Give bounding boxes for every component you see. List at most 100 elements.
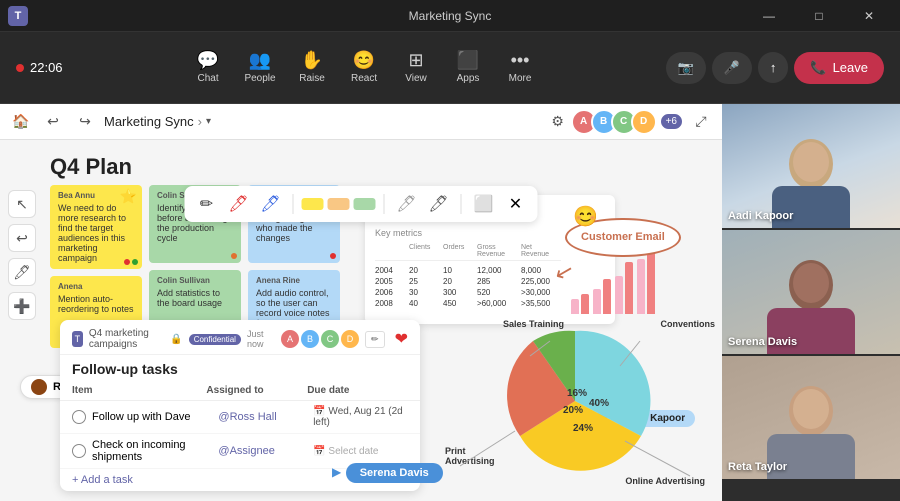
check-circle-2[interactable]: [72, 444, 86, 458]
sticky-text-5: Add statistics to the board usage: [157, 288, 233, 308]
row-due-2: 📅 Select date: [313, 446, 408, 457]
dot-red-3: [330, 253, 336, 259]
col-assigned: Assigned to: [206, 385, 307, 396]
tool-separator: [293, 194, 294, 214]
people-button[interactable]: 👥 People: [234, 45, 286, 90]
participant-card-aadi: Aadi Kapoor: [722, 104, 900, 228]
highlighter-green-tool[interactable]: [354, 198, 376, 210]
leave-button[interactable]: 📞 Leave: [794, 52, 884, 84]
cursor-tool[interactable]: ↖: [8, 190, 36, 218]
serena-name-tag-video: Serena Davis: [728, 336, 797, 348]
people-label: People: [244, 73, 275, 84]
td-orders-1: 10: [443, 266, 473, 275]
pen-dark-tool[interactable]: 🖊: [425, 190, 453, 218]
serena-label: ▶ Serena Davis: [332, 463, 443, 483]
eraser-tool[interactable]: ⬜: [470, 190, 498, 218]
edit-button[interactable]: ✏: [365, 331, 385, 348]
raise-button[interactable]: ✋ Raise: [286, 45, 338, 90]
teams-logo-icon: T: [8, 6, 28, 26]
view-button[interactable]: ⊞ View: [390, 45, 442, 90]
td-gross-3: 520: [477, 288, 517, 297]
chat-button[interactable]: 💬 Chat: [182, 45, 234, 90]
bar-3a: [615, 276, 623, 314]
title-bar-left: T: [8, 6, 28, 26]
view-icon: ⊞: [408, 51, 423, 69]
chat-label: Chat: [197, 73, 218, 84]
breadcrumb-text: Marketing Sync: [104, 114, 194, 129]
th-net: Net Revenue: [521, 244, 561, 258]
print-label: PrintAdvertising: [445, 446, 495, 466]
minimize-button[interactable]: —: [746, 0, 792, 32]
maximize-button[interactable]: □: [796, 0, 842, 32]
fin-table: Clients Orders Gross Revenue Net Revenue…: [375, 244, 561, 314]
breadcrumb-dropdown-icon[interactable]: ▾: [206, 116, 211, 127]
add-element-button[interactable]: ➕: [8, 292, 36, 320]
back-button[interactable]: ↩: [40, 109, 66, 135]
teams-logo-small: T: [72, 331, 83, 347]
followup-row-1: Follow up with Dave @Ross Hall 📅 Wed, Au…: [60, 401, 420, 434]
apps-button[interactable]: ⬛ Apps: [442, 45, 494, 90]
td-gross-1: 12,000: [477, 266, 517, 275]
marker-blue-tool[interactable]: 🖊: [257, 190, 285, 218]
td-net-3: >30,000: [521, 288, 561, 297]
more-button[interactable]: ••• More: [494, 45, 546, 90]
fin-row-2: 2005 25 20 285 225,000: [375, 276, 561, 287]
share-board-button[interactable]: ⤢: [688, 109, 714, 135]
raise-label: Raise: [299, 73, 325, 84]
heart-icon-followup: ❤: [395, 329, 408, 349]
marker-red-tool[interactable]: 🖊: [225, 190, 253, 218]
settings-button[interactable]: ⚙: [545, 109, 571, 135]
check-circle-1[interactable]: [72, 410, 86, 424]
pie-text-40: 40%: [589, 398, 609, 409]
col-due: Due date: [307, 385, 408, 396]
td-year-1: 2004: [375, 266, 405, 275]
close-button[interactable]: ✕: [846, 0, 892, 32]
whiteboard-container: 🏠 ↩ ↪ Marketing Sync › ▾ ⚙ A B C D +6 ⤢: [0, 104, 722, 501]
td-gross-4: >60,000: [477, 299, 517, 308]
close-toolbar-button[interactable]: ✕: [502, 190, 530, 218]
undo-button[interactable]: ↩: [8, 224, 36, 252]
sticky-label-5: Colin Sullivan: [157, 276, 233, 285]
row-assigned-1: @Ross Hall: [218, 411, 313, 423]
topbar-right: ⚙ A B C D +6 ⤢: [545, 109, 714, 135]
aadi-name-tag-video: Aadi Kapoor: [728, 210, 793, 222]
home-button[interactable]: 🏠: [8, 109, 34, 135]
dot-green: [132, 259, 138, 265]
pie-chart-svg: 16% 20% 40% 24%: [495, 321, 655, 481]
td-clients-2: 25: [409, 277, 439, 286]
followup-title: Follow-up tasks: [60, 355, 420, 381]
aadi-video: Aadi Kapoor: [722, 104, 900, 228]
breadcrumb: Marketing Sync › ▾: [104, 114, 211, 129]
camera-button[interactable]: 📷: [666, 52, 706, 84]
react-button[interactable]: 😊 React: [338, 45, 390, 90]
highlighter-orange-tool[interactable]: [328, 198, 350, 210]
sticky-note-1[interactable]: Bea Annu We need to do more research to …: [50, 185, 142, 269]
td-orders-4: 450: [443, 299, 473, 308]
th-clients: Clients: [409, 244, 439, 258]
serena-arrow-icon: ▶: [332, 465, 341, 479]
td-year-4: 2008: [375, 299, 405, 308]
share-button[interactable]: ↑: [758, 52, 789, 83]
react-label: React: [351, 73, 377, 84]
followup-columns: Item Assigned to Due date: [60, 381, 420, 401]
participant-card-reta: Reta Taylor: [722, 356, 900, 479]
forward-button[interactable]: ↪: [72, 109, 98, 135]
redo-button[interactable]: 🖊: [8, 258, 36, 286]
tool-separator-2: [384, 194, 385, 214]
participant-avatars: A B C D: [281, 330, 359, 348]
participant-card-serena: Serena Davis: [722, 230, 900, 354]
mic-button[interactable]: 🎤: [712, 52, 752, 84]
pie-chart-area: 16% 20% 40% 24% Sales Training Conventio…: [445, 311, 715, 496]
pen-tool[interactable]: ✏: [193, 190, 221, 218]
reta-name-tag-video: Reta Taylor: [728, 461, 787, 473]
content-area: 🏠 ↩ ↪ Marketing Sync › ▾ ⚙ A B C D +6 ⤢: [0, 104, 900, 501]
conventions-label: Conventions: [660, 319, 715, 329]
highlighter-yellow-tool[interactable]: [302, 198, 324, 210]
sticky-label-4: Anena: [58, 282, 134, 291]
fin-table-header: Clients Orders Gross Revenue Net Revenue: [375, 244, 561, 261]
whiteboard-topbar: 🏠 ↩ ↪ Marketing Sync › ▾ ⚙ A B C D +6 ⤢: [0, 104, 722, 140]
row-due-1: 📅 Wed, Aug 21 (2d left): [313, 406, 408, 428]
view-label: View: [405, 73, 427, 84]
share-icon: ↑: [770, 60, 777, 75]
pen-gray-tool[interactable]: 🖊: [393, 190, 421, 218]
